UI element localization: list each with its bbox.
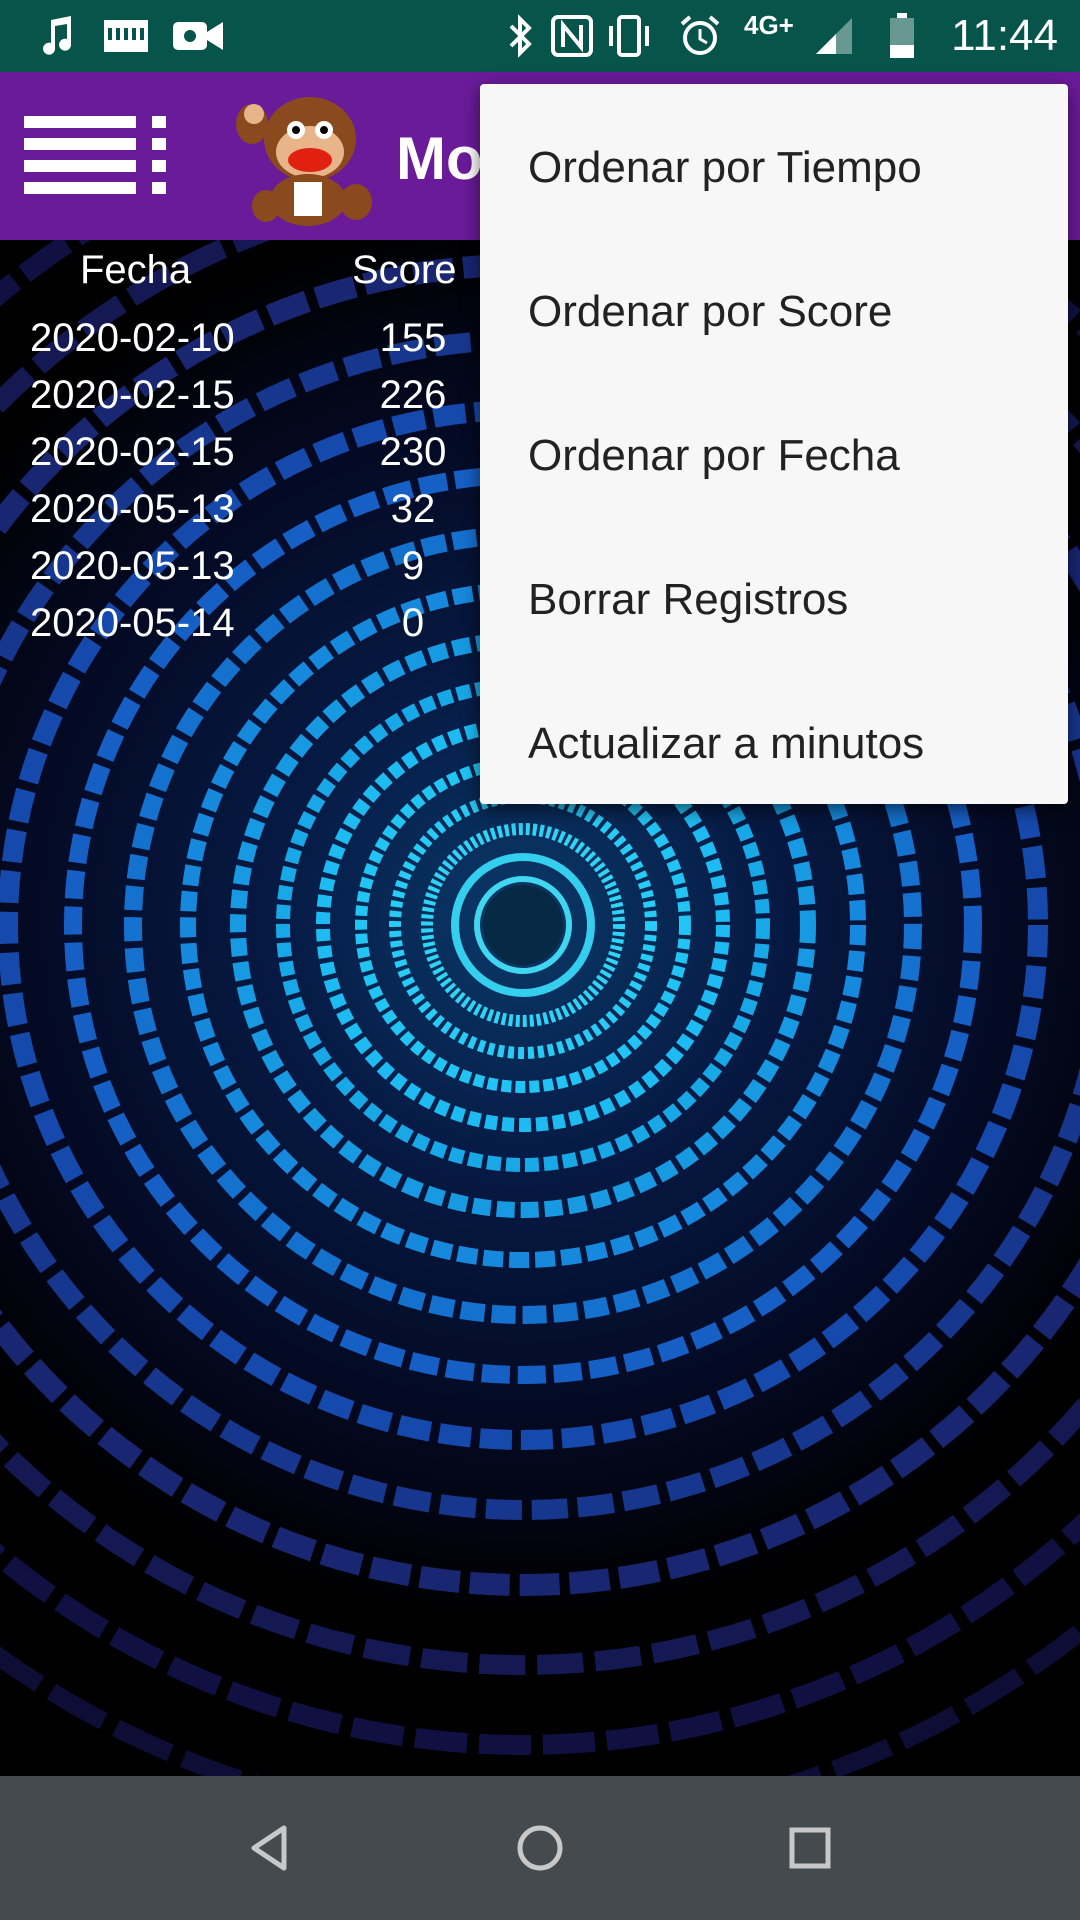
column-header-date: Fecha — [80, 248, 192, 292]
popup-menu: Ordenar por Tiempo Ordenar por Score Ord… — [480, 84, 1068, 804]
bluetooth-icon — [500, 12, 540, 60]
monkey-mascot-icon — [230, 84, 380, 230]
home-icon[interactable] — [500, 1808, 580, 1888]
music-icon — [30, 12, 80, 60]
menu-item-sort-by-date[interactable]: Ordenar por Fecha — [480, 384, 1068, 528]
screen: 4G+ 11:44 Mo Fecha Score 2020-02-10 155 … — [0, 0, 1080, 1920]
table-row: 2020-05-13 9 — [0, 544, 480, 601]
date-cell: 2020-02-15 — [30, 430, 235, 474]
battery-icon — [886, 12, 918, 60]
vibrate-icon — [602, 12, 656, 60]
date-cell: 2020-05-13 — [30, 487, 235, 531]
score-cell: 9 — [401, 544, 425, 588]
clock: 11:44 — [951, 11, 1058, 60]
network-type-label: 4G+ — [744, 10, 794, 40]
recents-icon[interactable] — [770, 1808, 850, 1888]
video-camera-icon — [170, 12, 226, 60]
menu-item-update-to-minutes[interactable]: Actualizar a minutos — [480, 672, 1068, 816]
score-cell: 32 — [390, 487, 436, 531]
menu-item-sort-by-score[interactable]: Ordenar por Score — [480, 240, 1068, 384]
date-cell: 2020-02-10 — [30, 316, 235, 360]
menu-icon[interactable] — [20, 112, 170, 198]
table-row: 2020-05-14 0 — [0, 601, 480, 658]
date-cell: 2020-05-14 — [30, 601, 235, 645]
score-cell: 230 — [379, 430, 447, 474]
navigation-bar — [0, 1776, 1080, 1920]
table-row: 2020-05-13 32 — [0, 487, 480, 544]
signal-icon — [812, 12, 856, 60]
status-bar: 4G+ 11:44 — [0, 0, 1080, 72]
column-header-score: Score — [352, 248, 457, 292]
date-cell: 2020-05-13 — [30, 544, 235, 588]
table-row: 2020-02-10 155 — [0, 316, 480, 373]
keyboard-icon — [100, 12, 152, 60]
table-row: 2020-02-15 226 — [0, 373, 480, 430]
date-cell: 2020-02-15 — [30, 373, 235, 417]
score-cell: 155 — [379, 316, 447, 360]
back-icon[interactable] — [230, 1808, 310, 1888]
menu-item-sort-by-time[interactable]: Ordenar por Tiempo — [480, 96, 1068, 240]
alarm-icon — [676, 12, 724, 60]
table-row: 2020-02-15 230 — [0, 430, 480, 487]
nfc-icon — [548, 12, 596, 60]
score-cell: 0 — [401, 601, 425, 645]
menu-item-delete-records[interactable]: Borrar Registros — [480, 528, 1068, 672]
score-cell: 226 — [379, 373, 447, 417]
